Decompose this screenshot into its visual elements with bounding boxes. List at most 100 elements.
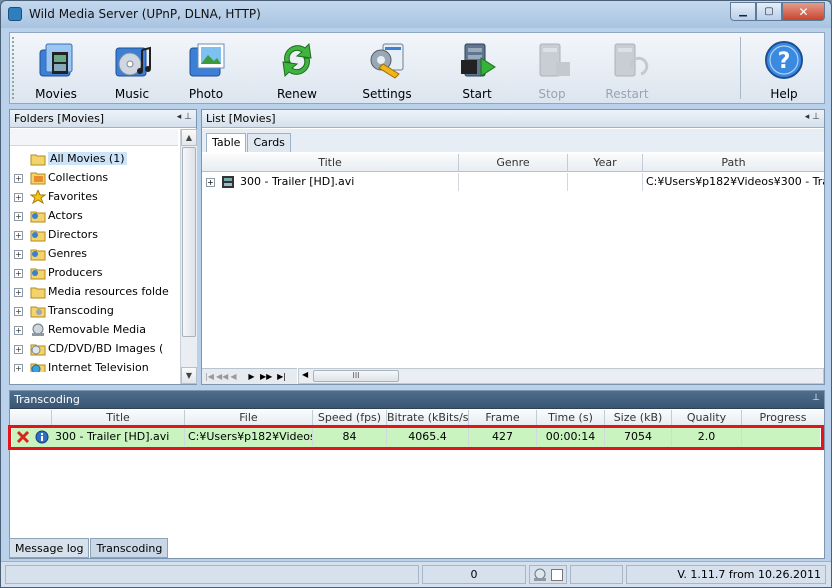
list-panel: List [Movies] ◂ ⊥ Table Cards Title Genr… (201, 109, 825, 385)
title-bar: Wild Media Server (UPnP, DLNA, HTTP) ▁ ▢… (1, 1, 831, 28)
app-window: Wild Media Server (UPnP, DLNA, HTTP) ▁ ▢… (0, 0, 832, 588)
column-progress[interactable]: Progress (742, 410, 824, 426)
expand-icon[interactable]: + (14, 269, 23, 278)
column-quality[interactable]: Quality (672, 410, 742, 426)
version-label: V. 1.11.7 from 10.26.2011 (626, 565, 826, 584)
help-button[interactable]: ? Help (748, 35, 820, 103)
expand-icon[interactable]: + (14, 250, 23, 259)
tree-item-all-movies[interactable]: All Movies (1) (10, 150, 178, 169)
prev-page-icon[interactable]: ◀◀ (216, 371, 228, 382)
scroll-thumb[interactable] (182, 147, 196, 337)
column-file[interactable]: File (185, 410, 313, 426)
folders-panel: Folders [Movies] ◂ ⊥ All Movies (1) + Co… (9, 109, 197, 385)
column-speed[interactable]: Speed (fps) (313, 410, 387, 426)
globe-icon (30, 363, 46, 372)
expand-icon[interactable]: + (206, 177, 215, 187)
horizontal-scroll-thumb[interactable]: III (313, 370, 399, 382)
photo-button[interactable]: Photo (170, 35, 242, 103)
toolbar-grip[interactable] (12, 37, 16, 99)
expand-icon[interactable]: + (14, 193, 23, 202)
settings-button[interactable]: Settings (351, 35, 423, 103)
column-time[interactable]: Time (s) (537, 410, 605, 426)
tree-item-removable-media[interactable]: + Removable Media (10, 321, 178, 340)
renew-label: Renew (277, 87, 317, 101)
collections-icon (30, 172, 46, 185)
restart-button[interactable]: Restart (591, 35, 663, 103)
minimize-button[interactable]: ▁ (730, 2, 756, 21)
restart-icon (614, 43, 649, 77)
scroll-left-arrow[interactable]: ◀ (302, 370, 308, 379)
first-record-icon[interactable]: |◀ (204, 371, 215, 382)
tree-item-media-resources[interactable]: + Media resources folde (10, 283, 178, 302)
tab-transcoding[interactable]: Transcoding (90, 538, 169, 558)
tab-table[interactable]: Table (206, 133, 247, 152)
renew-button[interactable]: Renew (261, 35, 333, 103)
expand-icon[interactable]: + (14, 212, 23, 221)
disc-icon (534, 568, 546, 581)
folder-open-icon (30, 154, 46, 166)
row-genre (459, 173, 568, 191)
column-bitrate[interactable]: Bitrate (kBits/s) (387, 410, 469, 426)
column-title[interactable]: Title (52, 410, 185, 426)
scroll-up-arrow[interactable]: ▲ (181, 129, 197, 146)
tab-cards[interactable]: Cards (247, 133, 291, 152)
expand-icon[interactable]: + (14, 288, 23, 297)
prev-record-icon[interactable]: ◀ (228, 371, 239, 382)
expand-icon[interactable]: + (14, 307, 23, 316)
next-page-icon[interactable]: ▶▶ (260, 371, 272, 382)
tree-item-transcoding[interactable]: + Transcoding (10, 302, 178, 321)
tree-item-collections[interactable]: + Collections (10, 169, 178, 188)
status-bar: 0 V. 1.11.7 from 10.26.2011 (1, 561, 831, 587)
tree-item-favorites[interactable]: + Favorites (10, 188, 178, 207)
start-label: Start (462, 87, 492, 101)
status-count: 0 (422, 565, 526, 584)
expand-icon[interactable]: + (14, 364, 23, 372)
scroll-down-arrow[interactable]: ▼ (181, 367, 197, 384)
pin-icon[interactable]: ◂ ⊥ (805, 112, 820, 122)
next-record-icon[interactable]: ▶ (246, 371, 257, 382)
list-table-header: Title Genre Year Path (202, 154, 824, 172)
movies-icon (39, 43, 73, 77)
record-navigator: |◀ ◀◀ ◀ ▶ ▶▶ ▶| (202, 368, 297, 384)
tree-item-internet-television[interactable]: + Internet Television (10, 359, 178, 372)
music-button[interactable]: Music (96, 35, 168, 103)
start-button[interactable]: Start (441, 35, 513, 103)
column-frame[interactable]: Frame (469, 410, 537, 426)
tree-item-directors[interactable]: + Directors (10, 226, 178, 245)
transcoding-panel-header: Transcoding ⊥ (10, 391, 824, 409)
tree-item-producers[interactable]: + Producers (10, 264, 178, 283)
genres-folder-icon (30, 249, 46, 261)
settings-label: Settings (362, 87, 412, 101)
pin-icon[interactable]: ◂ ⊥ (177, 112, 192, 122)
status-checkbox[interactable] (551, 569, 563, 581)
tree-item-actors[interactable]: + Actors (10, 207, 178, 226)
expand-icon[interactable]: + (14, 231, 23, 240)
expand-icon[interactable]: + (14, 174, 23, 183)
column-genre[interactable]: Genre (459, 154, 568, 172)
tree-item-genres[interactable]: + Genres (10, 245, 178, 264)
tab-message-log[interactable]: Message log (9, 538, 90, 558)
stop-button[interactable]: Stop (516, 35, 588, 103)
list-horizontal-scrollbar[interactable]: ◀ III (298, 368, 824, 384)
expand-icon[interactable]: + (14, 326, 23, 335)
movies-button[interactable]: Movies (20, 35, 92, 103)
close-button[interactable]: ✕ (782, 2, 825, 21)
list-panel-title: List [Movies] (206, 112, 276, 125)
column-size[interactable]: Size (kB) (605, 410, 672, 426)
column-year[interactable]: Year (568, 154, 643, 172)
producers-folder-icon (30, 268, 46, 280)
tree-item-disc-images[interactable]: + CD/DVD/BD Images ( (10, 340, 178, 359)
maximize-button[interactable]: ▢ (756, 2, 782, 21)
folders-vertical-scrollbar[interactable]: ▲ ▼ (180, 129, 197, 384)
help-icon: ? (765, 41, 803, 79)
last-record-icon[interactable]: ▶| (276, 371, 287, 382)
film-icon (221, 176, 234, 188)
expand-icon[interactable]: + (14, 345, 23, 354)
column-path[interactable]: Path (643, 154, 824, 172)
row-title: 300 - Trailer [HD].avi (240, 175, 355, 188)
column-title[interactable]: Title (202, 154, 459, 172)
actors-folder-icon (30, 211, 46, 223)
table-row[interactable]: + 300 - Trailer [HD].avi C:¥Users¥p182¥V… (202, 173, 824, 192)
transcoding-table-header: Title File Speed (fps) Bitrate (kBits/s)… (10, 410, 824, 426)
pin-icon[interactable]: ⊥ (812, 393, 820, 403)
